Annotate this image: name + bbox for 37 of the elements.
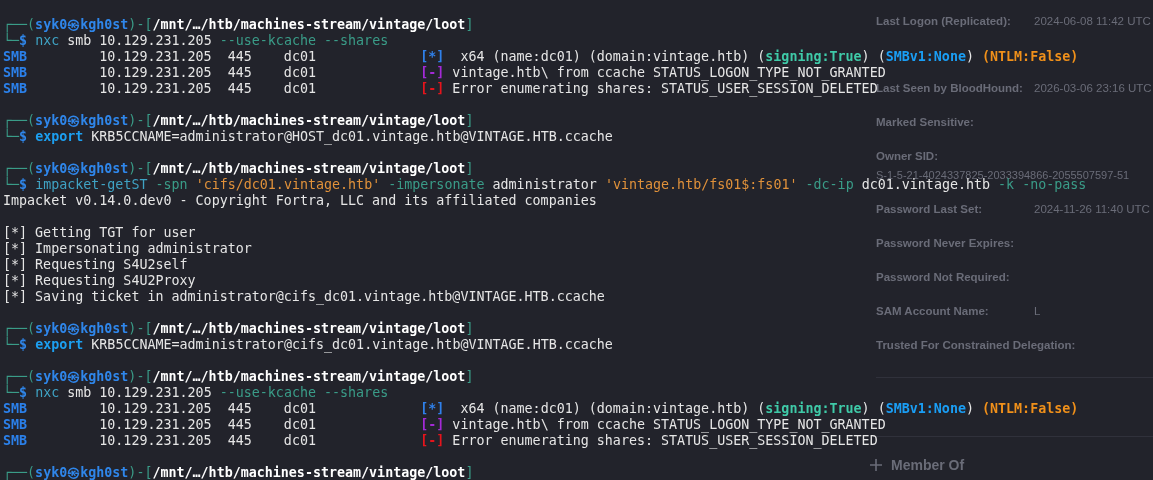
terminal-line: [*] Impersonating administrator xyxy=(3,241,252,257)
terminal-line: └─$ nxc smb 10.129.231.205 --use-kcache --shares xyxy=(3,33,389,49)
terminal-line: ┌──(syk0㉿kgh0st)-[/mnt/…/htb/machines-stream/vintage/loot] xyxy=(3,113,474,129)
property-label: Password Never Expires: xyxy=(876,237,1015,249)
property-label: Password Not Required: xyxy=(876,271,1010,283)
property-label: Owner SID: xyxy=(876,149,939,164)
terminal-line: ┌──(syk0㉿kgh0st)-[/mnt/…/htb/machines-stream/vintage/loot] xyxy=(3,161,474,177)
property-label: Marked Sensitive: xyxy=(876,116,974,128)
terminal-line: [*] Requesting S4U2Proxy xyxy=(3,273,196,289)
property-value: L xyxy=(1034,305,1041,317)
terminal-line: └─$ export KRB5CCNAME=administrator@cifs_dc01.vintage.htb@VINTAGE.HTB.ccache xyxy=(3,337,613,353)
terminal-line: └─$ export KRB5CCNAME=administrator@HOST_dc01.vintage.htb@VINTAGE.HTB.ccache xyxy=(3,129,613,145)
terminal-line: ┌──(syk0㉿kgh0st)-[/mnt/…/htb/machines-stream/vintage/loot] xyxy=(3,465,474,480)
section-header[interactable]: Member Of xyxy=(891,457,965,473)
terminal-line: SMB 10.129.231.205 445 dc01 [*] x64 (name:dc01) (domain:vintage.htb) (signing:True) (SMBv1:None) (NTLM:False) xyxy=(3,401,1079,417)
property-label: Last Seen by BloodHound: xyxy=(876,82,1024,94)
terminal-line: SMB 10.129.231.205 445 dc01 [-] Error enumerating shares: STATUS_USER_SESSION_DELETED xyxy=(3,81,878,97)
property-value: 2024-11-26 11:40 UTC xyxy=(1034,203,1150,215)
terminal-line: └─$ nxc smb 10.129.231.205 --use-kcache --shares xyxy=(3,385,389,401)
terminal-line: ┌──(syk0㉿kgh0st)-[/mnt/…/htb/machines-stream/vintage/loot] xyxy=(3,369,474,385)
property-label: SAM Account Name: xyxy=(876,305,990,317)
terminal-line: [*] Requesting S4U2self xyxy=(3,257,188,273)
terminal-line: SMB 10.129.231.205 445 dc01 [-] Error enumerating shares: STATUS_USER_SESSION_DELETED xyxy=(3,433,878,449)
property-label: Last Logon (Replicated): xyxy=(876,15,1012,27)
terminal-line: SMB 10.129.231.205 445 dc01 [-] vintage.htb\ from ccache STATUS_LOGON_TYPE_NOT_GRANTED xyxy=(3,417,886,433)
terminal-line: [*] Saving ticket in administrator@cifs_dc01.vintage.htb@VINTAGE.HTB.ccache xyxy=(3,289,605,305)
property-value: 2026-03-06 23:16 UTC xyxy=(1034,82,1152,94)
terminal-line: Impacket v0.14.0.dev0 - Copyright Fortra, LLC and its affiliated companies xyxy=(3,193,597,209)
terminal-line: ┌──(syk0㉿kgh0st)-[/mnt/…/htb/machines-stream/vintage/loot] xyxy=(3,321,474,337)
plus-icon[interactable] xyxy=(870,459,882,471)
terminal-line: SMB 10.129.231.205 445 dc01 [*] x64 (name:dc01) (domain:vintage.htb) (signing:True) (SMBv1:None) (NTLM:False) xyxy=(3,49,1079,65)
property-value: 2024-06-08 11:42 UTC xyxy=(1034,15,1151,27)
terminal-line: SMB 10.129.231.205 445 dc01 [-] vintage.htb\ from ccache STATUS_LOGON_TYPE_NOT_GRANTED xyxy=(3,65,886,81)
terminal-line: ┌──(syk0㉿kgh0st)-[/mnt/…/htb/machines-stream/vintage/loot] xyxy=(3,17,474,33)
property-label: Trusted For Constrained Delegation: xyxy=(876,339,1076,351)
terminal-line: [*] Getting TGT for user xyxy=(3,225,196,241)
property-label: Password Last Set: xyxy=(876,203,984,215)
